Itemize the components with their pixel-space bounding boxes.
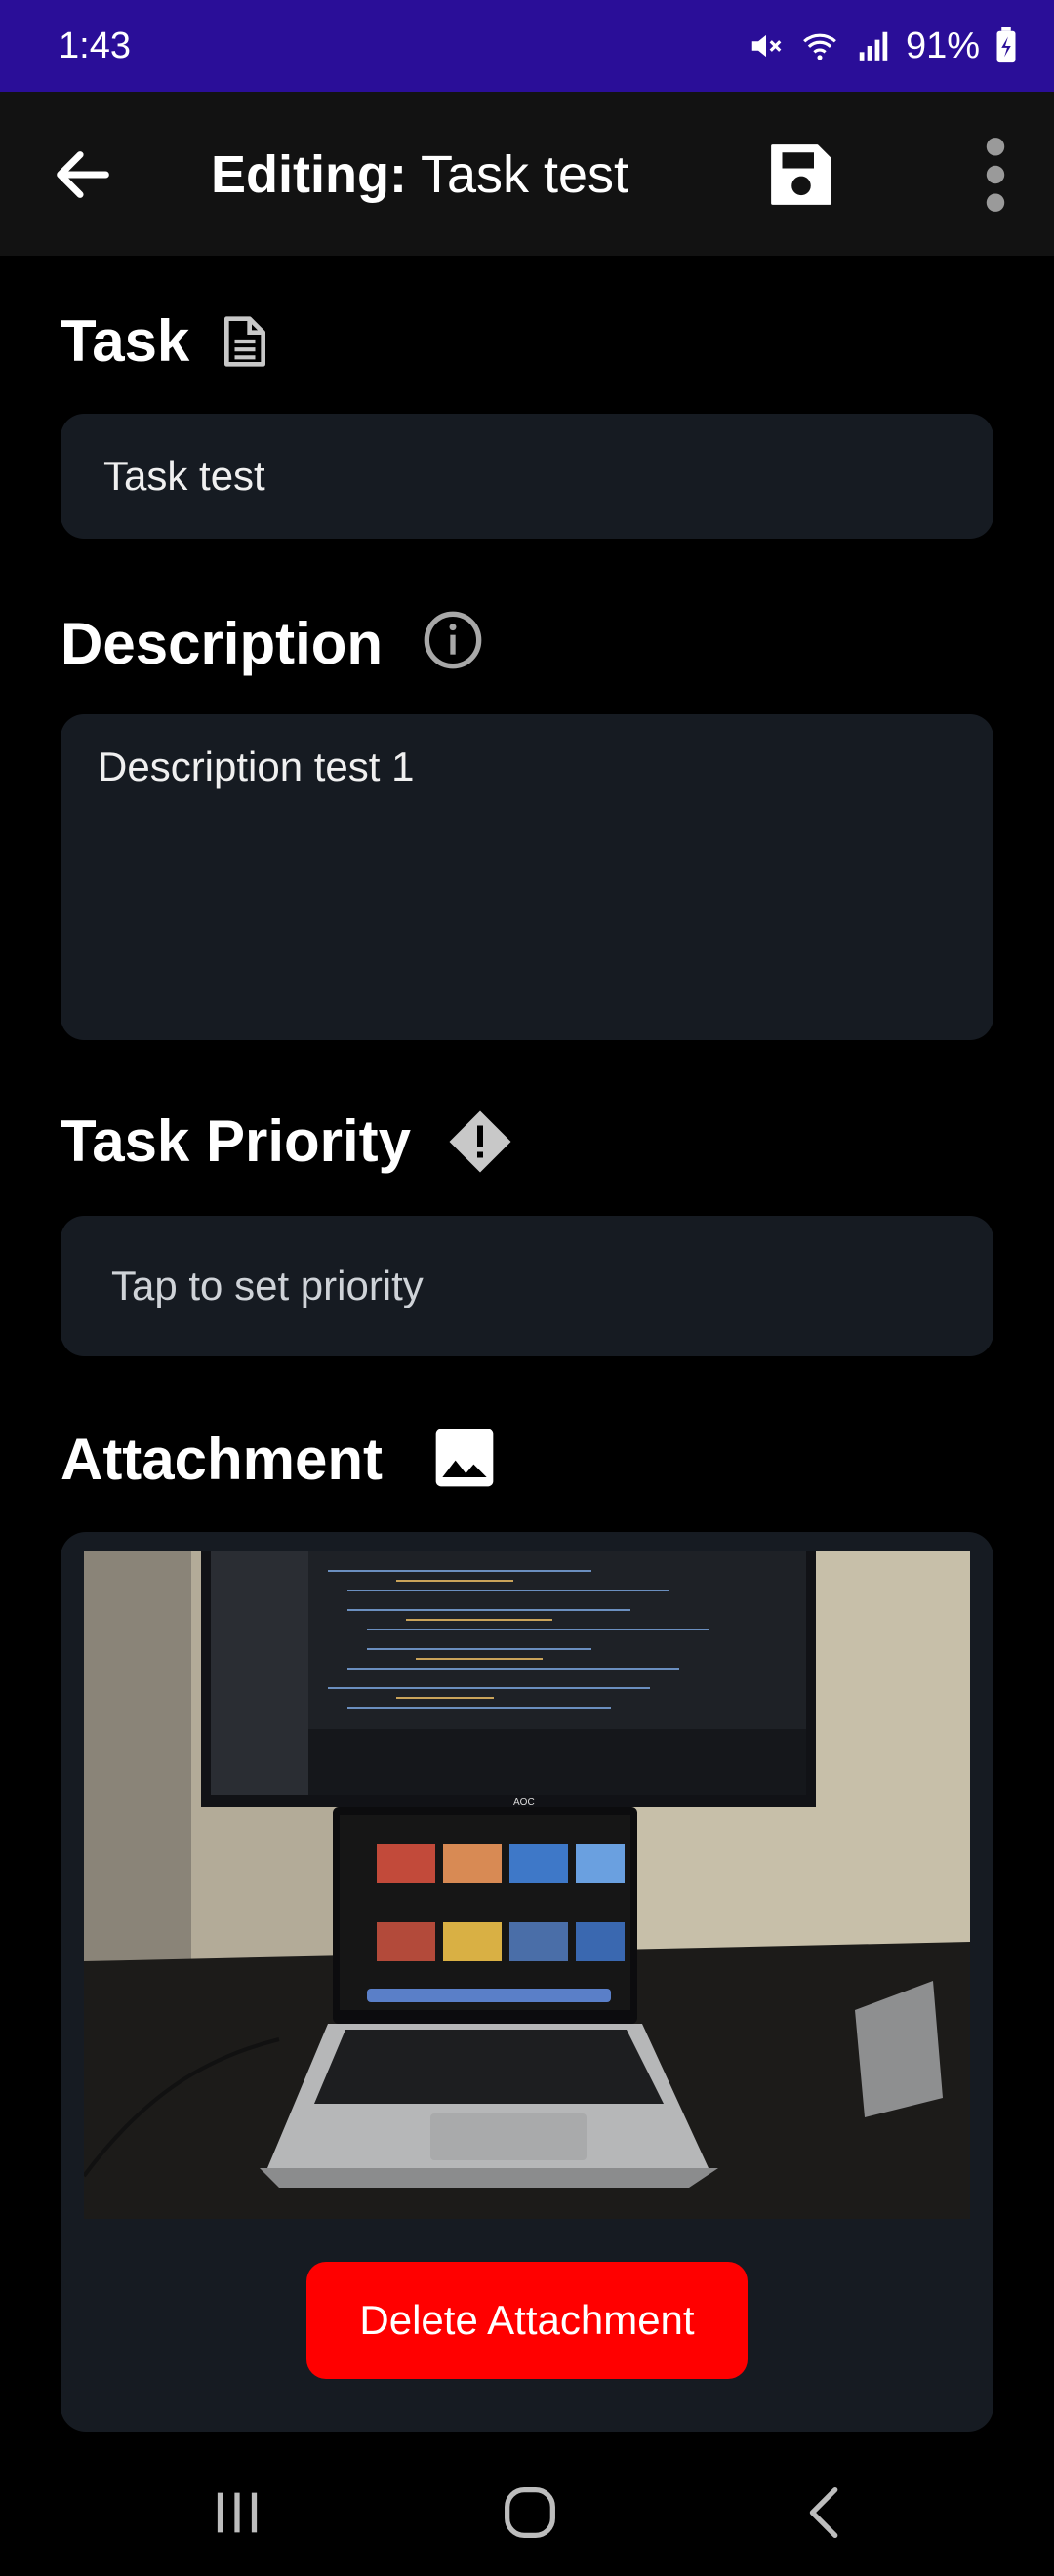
attachment-card: AOC Delete Attachment [61, 1532, 993, 2432]
task-input[interactable]: Task test [61, 414, 993, 539]
task-input-value: Task test [103, 453, 265, 499]
document-icon [223, 316, 265, 367]
priority-selector[interactable]: Tap to set priority [61, 1216, 993, 1356]
back-nav-icon[interactable] [792, 2478, 861, 2547]
page-title-name: Task test [420, 145, 629, 204]
attachment-photo-image: AOC [84, 1551, 970, 2219]
app-bar: Editing: Task test [0, 92, 1054, 256]
recent-apps-icon[interactable] [203, 2478, 271, 2547]
description-input[interactable]: Description test 1 [61, 714, 993, 1040]
image-icon [435, 1429, 494, 1487]
signal-icon [859, 31, 888, 61]
status-icons: 91% [748, 25, 1019, 67]
status-bar: 1:43 91% [0, 0, 1054, 92]
priority-label: Task Priority [61, 1108, 412, 1174]
home-icon[interactable] [496, 2478, 564, 2547]
page-title-prefix: Editing: [211, 145, 407, 204]
battery-charging-icon [996, 27, 1016, 63]
priority-placeholder: Tap to set priority [111, 1263, 424, 1308]
save-icon[interactable] [763, 137, 839, 213]
status-time: 1:43 [59, 24, 131, 66]
photo-brand-label: AOC [513, 1797, 535, 1808]
description-input-value: Description test 1 [98, 744, 415, 789]
info-icon[interactable] [422, 609, 484, 671]
attachment-label: Attachment [61, 1427, 384, 1492]
attachment-photo[interactable]: AOC [84, 1551, 970, 2219]
system-nav-bar [0, 2437, 1054, 2576]
more-vert-icon[interactable] [976, 135, 1015, 215]
back-arrow-icon[interactable] [49, 141, 117, 209]
page-title: Editing: Task test [211, 141, 628, 209]
wifi-icon [803, 33, 836, 60]
task-label: Task [61, 308, 190, 374]
delete-attachment-button[interactable]: Delete Attachment [306, 2262, 748, 2379]
description-label: Description [61, 611, 384, 676]
battery-percent: 91% [905, 24, 980, 66]
priority-diamond-icon [449, 1110, 511, 1173]
mute-icon [751, 34, 782, 58]
